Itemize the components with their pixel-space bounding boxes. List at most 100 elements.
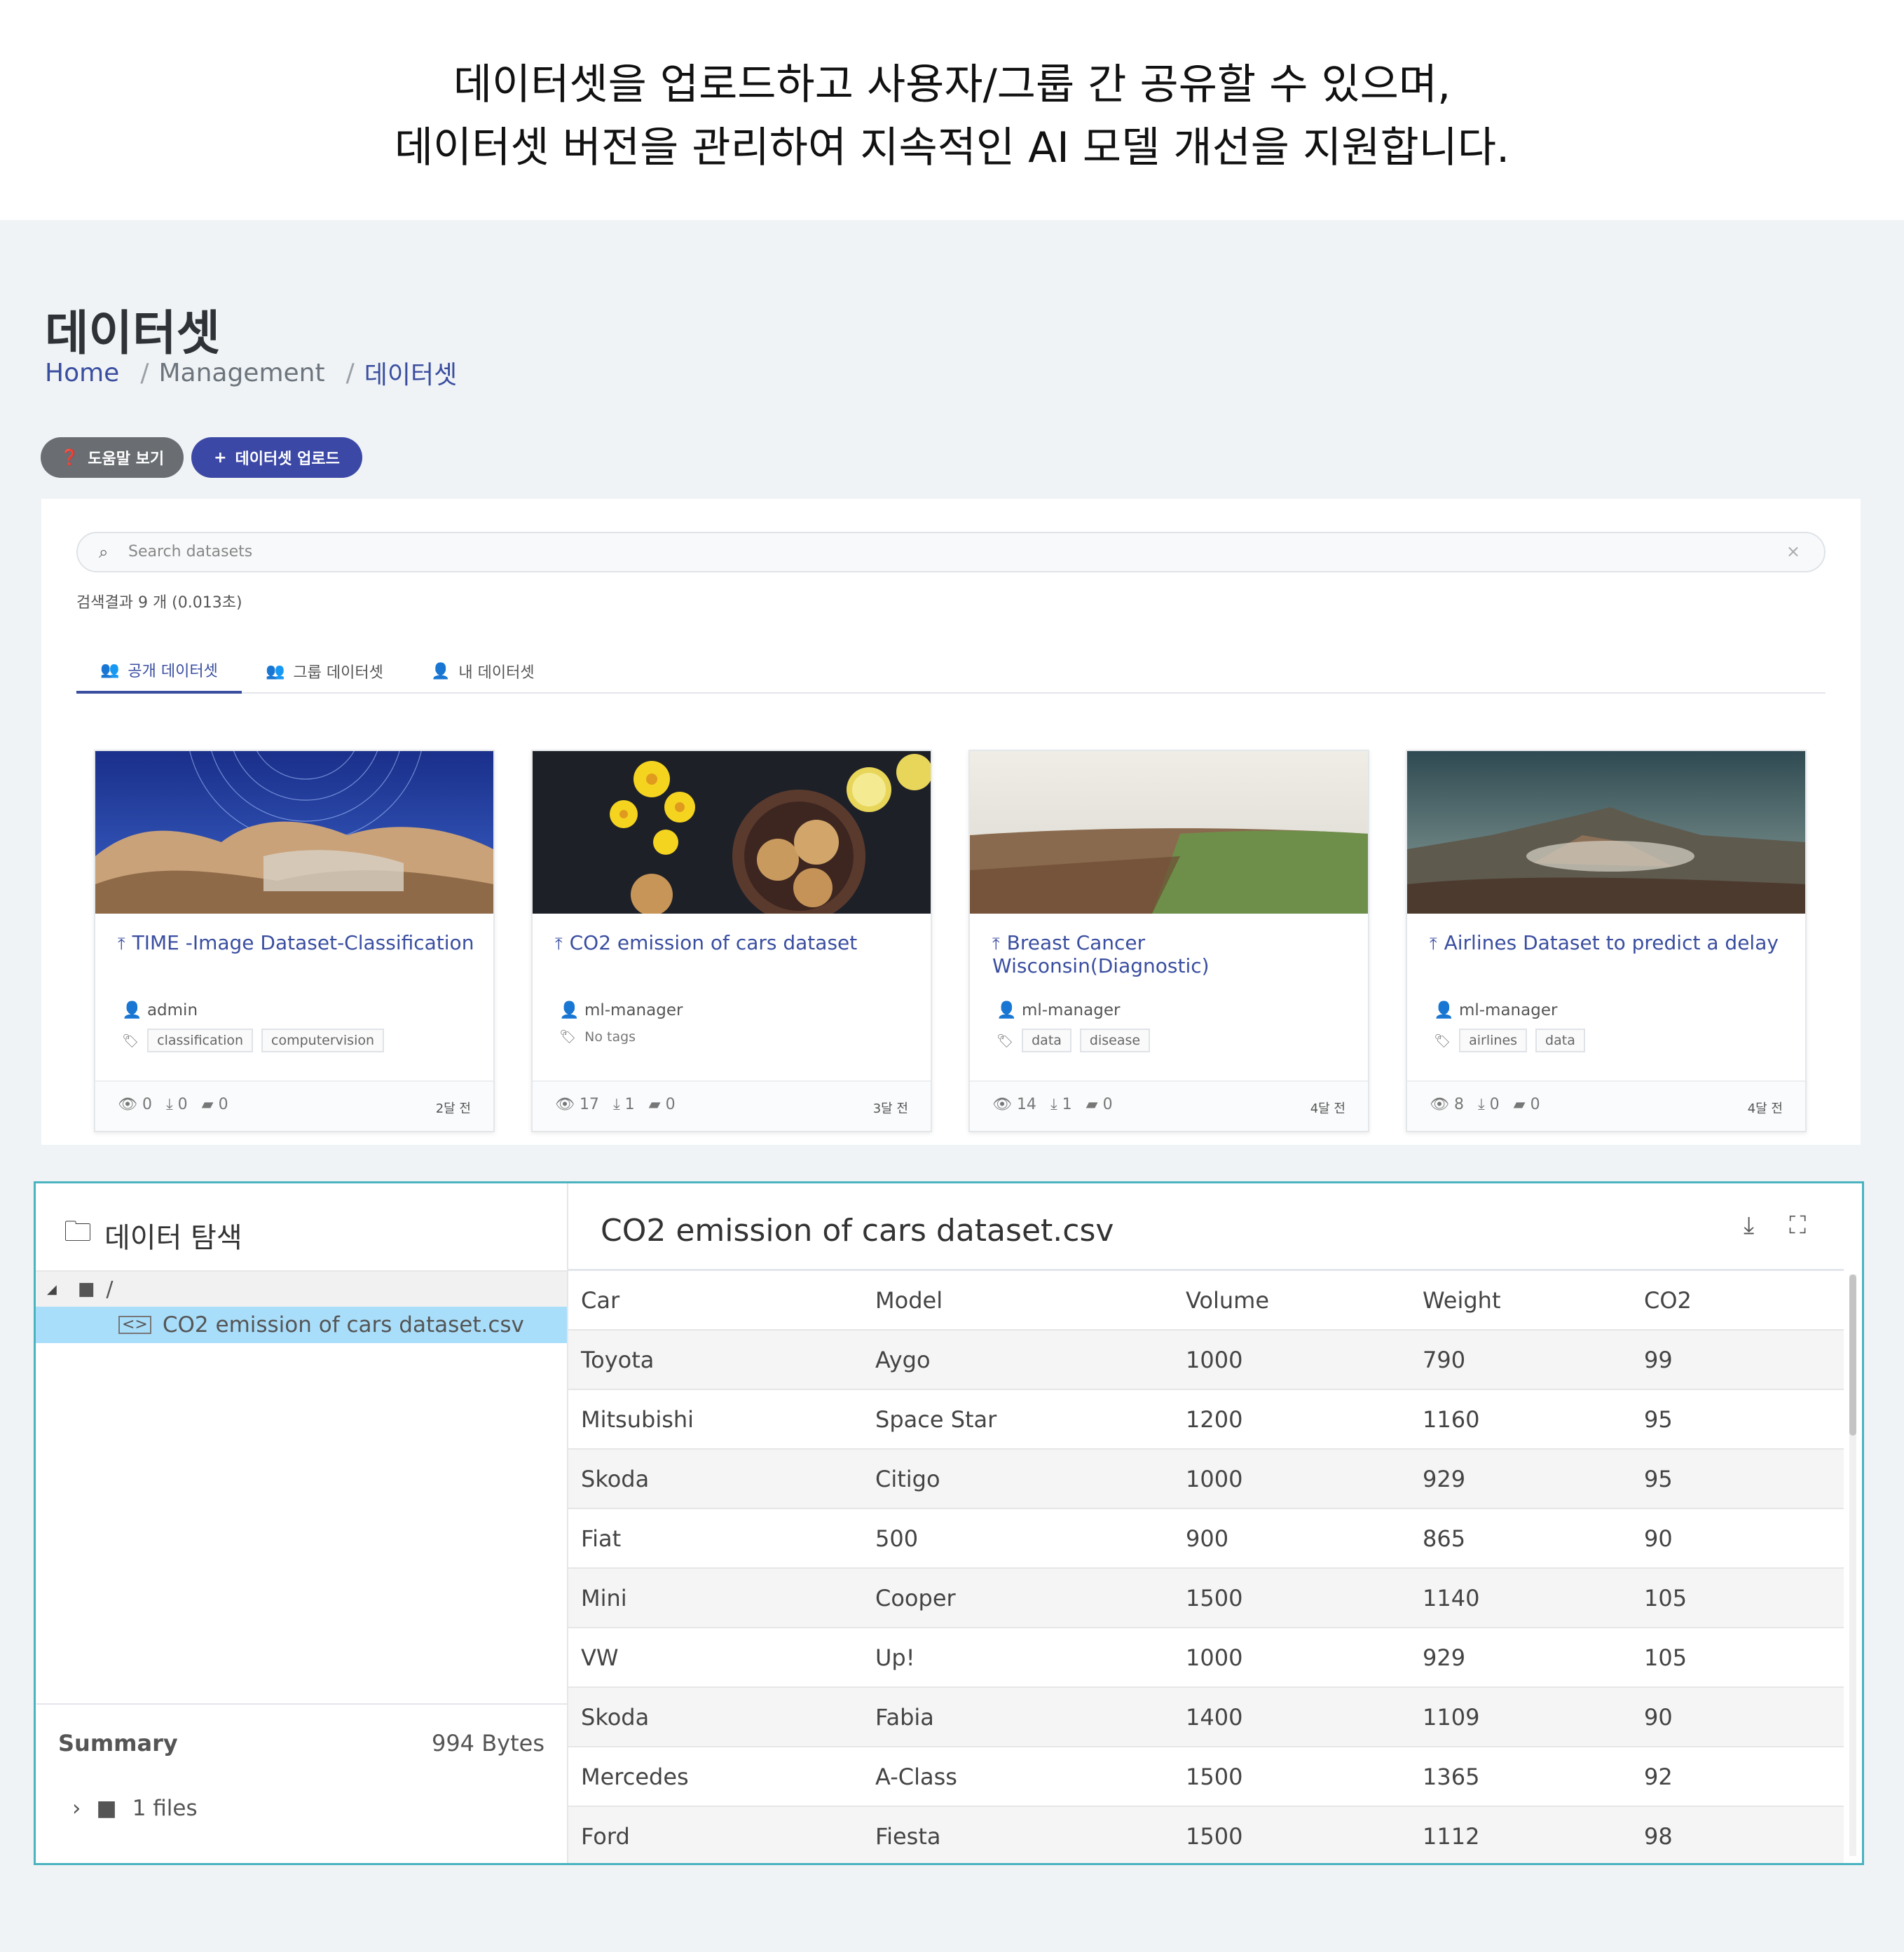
download-icon[interactable]: ⤓ — [1744, 1211, 1754, 1239]
banner-line-1: 데이터셋을 업로드하고 사용자/그룹 간 공유할 수 있으며, — [453, 60, 1451, 109]
eye-icon: 👁 — [555, 1096, 580, 1113]
chevron-right-icon[interactable]: › — [72, 1796, 81, 1821]
table-cell: Ford — [581, 1822, 630, 1850]
tag[interactable]: classification — [147, 1029, 254, 1052]
tab-my-datasets[interactable]: 👤 내 데이터셋 — [407, 649, 559, 694]
table-cell: Fiesta — [875, 1822, 941, 1850]
card-owner: 👤 admin — [122, 1001, 198, 1019]
summary-files[interactable]: › ■ 1 files — [72, 1796, 198, 1821]
dataset-card[interactable]: ⤒ CO2 emission of cars dataset 👤 ml-manag… — [531, 750, 932, 1132]
download-icon: ⤓ — [1050, 1096, 1062, 1113]
card-age: 3달 전 — [872, 1101, 908, 1116]
table-cell: 929 — [1423, 1644, 1466, 1671]
table-scrollbar[interactable] — [1849, 1274, 1856, 1856]
caret-down-icon[interactable]: ◢ — [47, 1282, 57, 1297]
column-header[interactable]: Volume — [1173, 1287, 1410, 1314]
card-footer: 👁 14 ⤓ 1 ▰ 0 4달 전 — [970, 1080, 1368, 1131]
table-row: VW Up! 1000 929 105 — [568, 1628, 1844, 1688]
users-icon: 👥 — [100, 661, 120, 679]
table-cell: 1000 — [1186, 1465, 1243, 1492]
tree-root-node[interactable]: ◢ ■ / — [36, 1270, 567, 1307]
download-icon: ⤓ — [1477, 1096, 1490, 1113]
downloads-stat: ⤓ 0 — [1478, 1096, 1500, 1113]
card-footer: 👁 17 ⤓ 1 ▰ 0 3달 전 — [533, 1080, 931, 1131]
summary-files-count: 1 files — [132, 1796, 198, 1821]
explorer-title-text: 데이터 탐색 — [104, 1222, 242, 1254]
tag-icon: 🏷 — [996, 1033, 1014, 1049]
folder-icon: ■ — [96, 1796, 117, 1821]
table-cell: 1000 — [1186, 1346, 1243, 1373]
file-actions: ⤓ ⛶ — [1744, 1211, 1806, 1239]
breadcrumb-current: 데이터셋 — [364, 361, 458, 390]
fullscreen-icon[interactable]: ⛶ — [1789, 1211, 1806, 1239]
table-cell: Skoda — [581, 1703, 650, 1731]
breadcrumb-home[interactable]: Home — [45, 359, 119, 387]
dataset-card[interactable]: ⤒ Breast Cancer Wisconsin(Diagnostic) 👤 m… — [968, 750, 1369, 1132]
column-header[interactable]: Model — [863, 1287, 1173, 1314]
column-header[interactable]: CO2 — [1631, 1287, 1842, 1314]
user-icon: 👤 — [431, 662, 451, 680]
tab-public-datasets[interactable]: 👥 공개 데이터셋 — [76, 649, 242, 694]
card-thumbnail — [970, 751, 1368, 914]
table-cell: Toyota — [581, 1346, 655, 1373]
card-title[interactable]: ⤒ Airlines Dataset to predict a delay — [1430, 932, 1794, 955]
banner-line-2: 데이터셋 버전을 관리하여 지속적인 AI 모델 개선을 지원합니다. — [394, 123, 1510, 172]
card-age: 4달 전 — [1747, 1101, 1783, 1116]
table-row: Toyota Aygo 1000 790 99 — [568, 1331, 1844, 1390]
table-cell: 1140 — [1423, 1584, 1480, 1611]
file-preview-panel: CO2 emission of cars dataset.csv ⤓ ⛶ Car… — [568, 1183, 1862, 1863]
table-row: Skoda Fabia 1400 1109 90 — [568, 1688, 1844, 1747]
comments-stat: ▰ 0 — [202, 1096, 228, 1113]
card-owner-name: ml-manager — [584, 1001, 683, 1019]
card-title-text: Airlines Dataset to predict a delay — [1444, 931, 1779, 954]
card-title[interactable]: ⤒ CO2 emission of cars dataset — [555, 932, 919, 955]
card-title[interactable]: ⤒ Breast Cancer Wisconsin(Diagnostic) — [992, 932, 1357, 977]
close-icon[interactable]: × — [1786, 542, 1800, 561]
dataset-card[interactable]: ⤒ Airlines Dataset to predict a delay 👤 m… — [1406, 750, 1807, 1132]
table-row: Mitsubishi Space Star 1200 1160 95 — [568, 1390, 1844, 1450]
table-cell: Skoda — [581, 1465, 650, 1492]
comment-icon: ▰ — [1513, 1096, 1530, 1113]
card-title[interactable]: ⤒ TIME -Image Dataset-Classification — [118, 932, 482, 955]
table-row: Mini Cooper 1500 1140 105 — [568, 1569, 1844, 1628]
downloads-stat: ⤓ 0 — [166, 1096, 188, 1113]
dataset-card[interactable]: ⤒ TIME -Image Dataset-Classification 👤 ad… — [94, 750, 495, 1132]
table-cell: 1400 — [1186, 1703, 1243, 1731]
no-tags-label: No tags — [584, 1029, 636, 1045]
column-header[interactable]: Car — [568, 1287, 863, 1314]
comment-icon: ▰ — [648, 1096, 666, 1113]
tag[interactable]: computervision — [261, 1029, 385, 1052]
tree-file-node[interactable]: <> CO2 emission of cars dataset.csv — [36, 1307, 567, 1343]
card-owner-name: ml-manager — [1458, 1001, 1558, 1019]
table-cell: 90 — [1644, 1703, 1673, 1731]
breadcrumb-management[interactable]: Management — [158, 359, 324, 387]
comments-count: 0 — [1530, 1096, 1540, 1113]
page-title: 데이터셋 — [45, 306, 221, 362]
table-cell: 1112 — [1423, 1822, 1480, 1850]
search-input[interactable]: ⌕ Search datasets × — [76, 532, 1826, 572]
views-stat: 👁 0 — [118, 1096, 152, 1113]
card-owner: 👤 ml-manager — [996, 1001, 1120, 1019]
summary-size: 994 Bytes — [431, 1730, 545, 1757]
tag[interactable]: disease — [1079, 1029, 1151, 1052]
tag[interactable]: data — [1022, 1029, 1071, 1052]
card-age: 4달 전 — [1310, 1101, 1345, 1116]
comments-count: 0 — [665, 1096, 676, 1113]
upload-arrow-icon: ⤒ — [1430, 934, 1437, 954]
column-header[interactable]: Weight — [1410, 1287, 1631, 1314]
help-button[interactable]: ❓ 도움말 보기 — [41, 437, 184, 478]
table-cell: 500 — [875, 1525, 919, 1552]
table-cell: 865 — [1423, 1525, 1466, 1552]
tab-group-datasets[interactable]: 👥 그룹 데이터셋 — [242, 649, 407, 694]
scrollbar-thumb[interactable] — [1849, 1274, 1856, 1436]
eye-icon: 👁 — [992, 1096, 1017, 1113]
table-cell: Aygo — [875, 1346, 931, 1373]
upload-dataset-button[interactable]: + 데이터셋 업로드 — [191, 437, 362, 478]
tag-icon: 🏷 — [1434, 1033, 1451, 1049]
tag[interactable]: data — [1535, 1029, 1585, 1052]
tag[interactable]: airlines — [1459, 1029, 1528, 1052]
folder-icon: ■ — [77, 1279, 95, 1300]
eye-icon: 👁 — [1430, 1096, 1454, 1113]
intro-banner: 데이터셋을 업로드하고 사용자/그룹 간 공유할 수 있으며, 데이터셋 버전을… — [0, 0, 1904, 220]
upload-arrow-icon: ⤒ — [992, 934, 1000, 954]
